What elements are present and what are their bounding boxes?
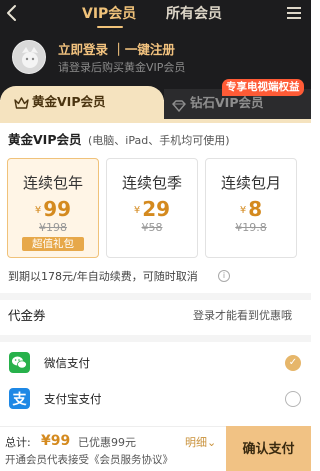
back-icon[interactable] [5, 4, 23, 24]
tab-all-members[interactable]: 所有会员 [166, 5, 222, 23]
diamond-icon [172, 97, 186, 116]
login-subtitle: 请登录后购买黄金VIP会员 [58, 61, 186, 74]
wechat-pay-label: 微信支付 [44, 356, 90, 370]
gold-vip-label: 黄金VIP会员 [32, 94, 106, 109]
section-divider [0, 335, 311, 342]
confirm-payment-button[interactable]: 确认支付 [226, 426, 311, 471]
plan-name: 连续包年 [22, 174, 83, 192]
plan-price: ¥29 [133, 197, 171, 221]
service-agreement-link[interactable]: 开通会员代表接受《会员服务协议》 [5, 453, 173, 467]
avatar[interactable] [12, 40, 46, 74]
coupon-hint[interactable]: 登录才能看到优惠哦 [193, 308, 292, 324]
login-register-link[interactable]: 立即登录 ｜一键注册 [58, 42, 175, 58]
coupon-label: 代金券 [8, 308, 46, 323]
plan-original-price: ¥58 [141, 221, 163, 234]
auto-renew-note: 到期以178元/年自动续费，可随时取消 [8, 270, 198, 283]
crown-icon [14, 95, 29, 114]
discount-amount: 已优惠99元 [78, 436, 136, 449]
plan-card-monthly[interactable]: 连续包月 ¥8 ¥19.8 [205, 158, 297, 258]
section-divider [0, 293, 311, 300]
plan-name: 连续包月 [220, 174, 281, 192]
plan-original-price: ¥19.8 [235, 221, 267, 234]
hamburger-menu-icon[interactable] [287, 7, 301, 19]
plan-card-yearly[interactable]: 连续包年 ¥99 ¥198 超值礼包 [7, 158, 99, 258]
info-icon[interactable]: i [218, 270, 230, 282]
top-nav: VIP会员 所有会员 [0, 0, 311, 30]
wechat-pay-icon [9, 352, 30, 373]
radio-unselected[interactable] [285, 391, 301, 407]
total-price: ¥99 [41, 433, 71, 449]
section-title: 黄金VIP会员 [8, 132, 82, 147]
gold-accent-bar [0, 119, 311, 123]
plan-original-price: ¥198 [39, 221, 67, 234]
plan-card-quarterly[interactable]: 连续包季 ¥29 ¥58 [106, 158, 198, 258]
plan-name: 连续包季 [121, 174, 182, 192]
payment-option-wechat[interactable]: 微信支付 ✓ [0, 346, 311, 380]
alipay-label: 支付宝支付 [44, 392, 102, 406]
tv-benefit-badge: 专享电视端权益 [222, 79, 304, 96]
active-tab-indicator [97, 26, 123, 28]
plan-price: ¥8 [239, 197, 263, 221]
svg-text:支: 支 [12, 391, 28, 408]
section-subtitle: (电脑、iPad、手机均可使用) [88, 134, 230, 147]
diamond-vip-label: 钻石VIP会员 [190, 95, 264, 110]
gift-pack-tag: 超值礼包 [22, 237, 84, 251]
tab-vip-member[interactable]: VIP会员 [82, 5, 136, 23]
alipay-icon: 支 [9, 388, 30, 409]
radio-selected[interactable]: ✓ [285, 355, 301, 371]
total-label: 总计: [5, 436, 31, 449]
price-detail-link[interactable]: 明细⌄ [185, 435, 216, 451]
plan-price: ¥99 [34, 197, 72, 221]
payment-option-alipay[interactable]: 支 支付宝支付 [0, 381, 311, 415]
